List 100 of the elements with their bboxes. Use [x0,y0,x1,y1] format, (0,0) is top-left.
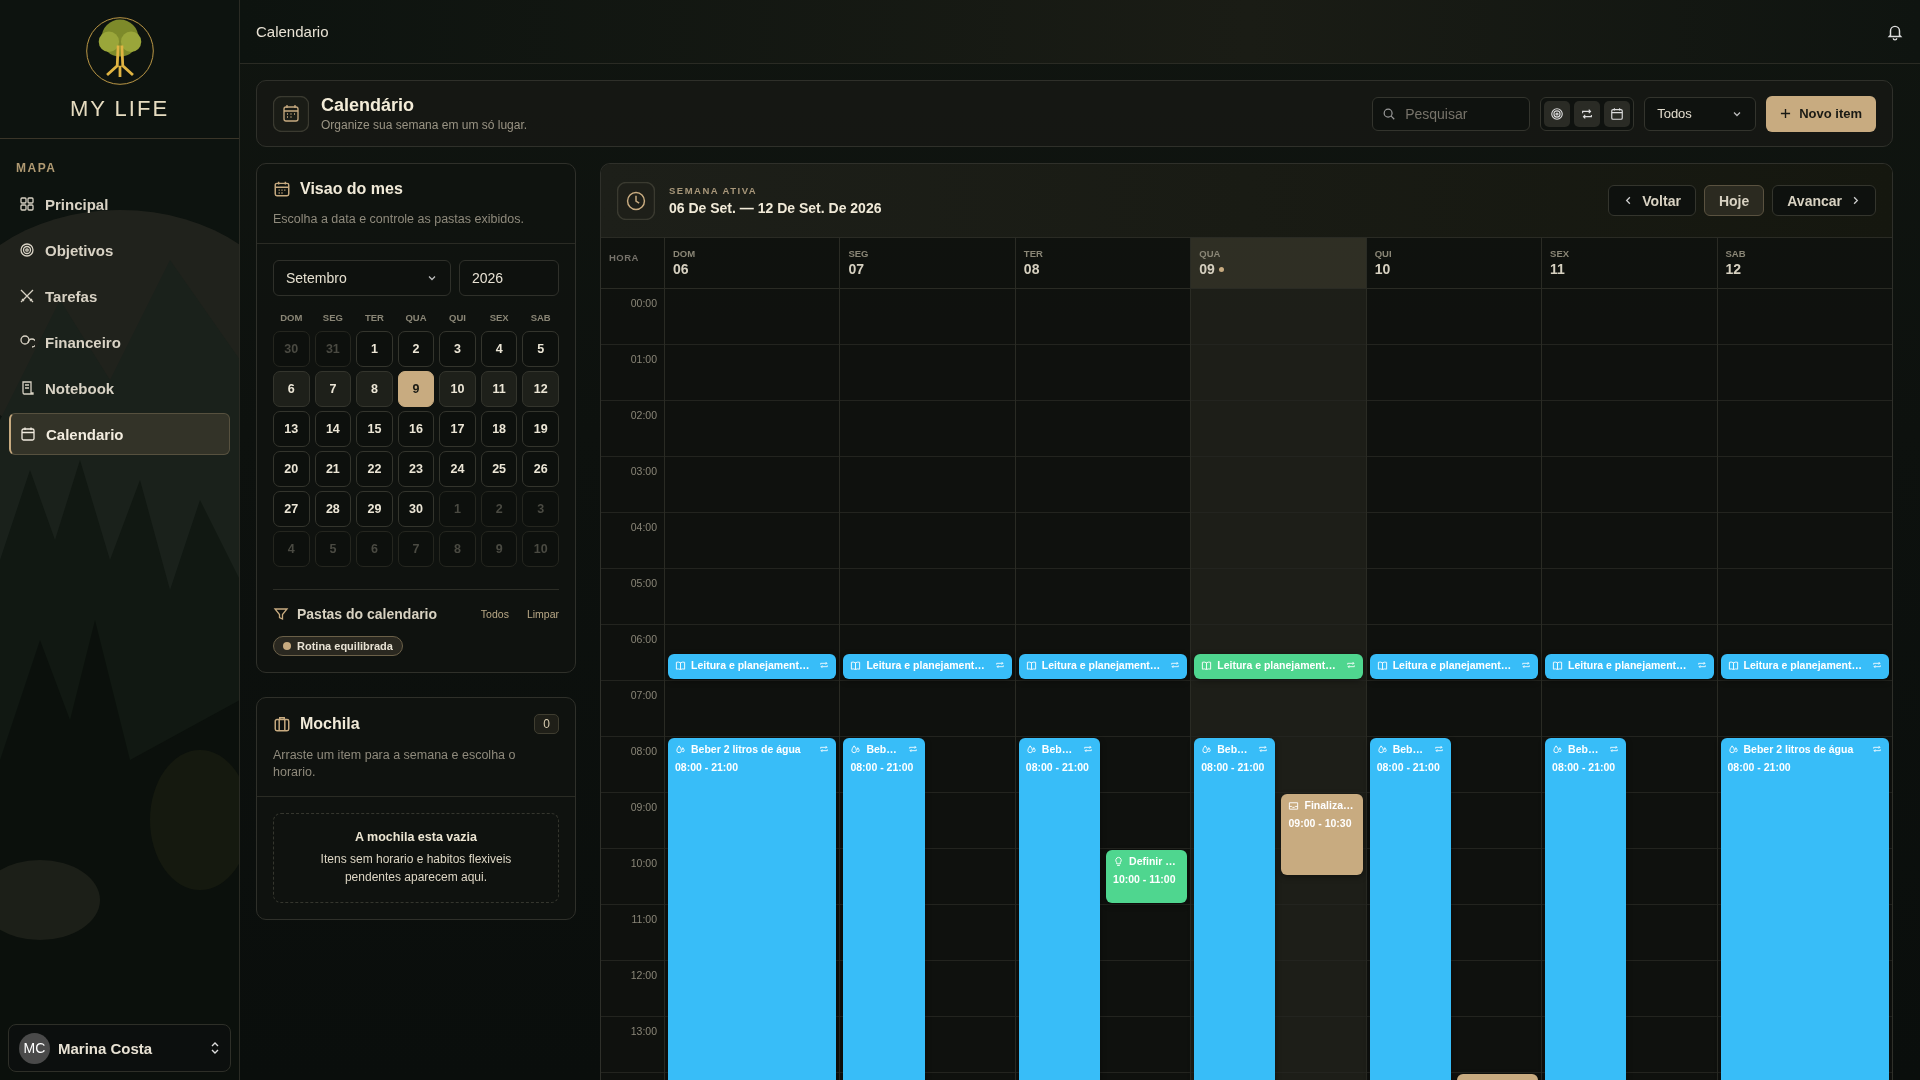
day-cell[interactable]: 6 [273,370,310,407]
day-cell[interactable]: 16 [397,410,435,447]
folder-chip[interactable]: Rotina equilibrada [273,635,403,656]
calendar-icon[interactable] [1604,100,1631,127]
nav-item[interactable]: Notebook [9,367,230,409]
day-cell[interactable]: 14 [314,410,352,447]
weekday-label: SEX [488,311,510,325]
panel-subtitle: Arraste um item para a semana e escolha o horario. [273,746,517,781]
date-number: 11 [1550,261,1565,277]
day-cell[interactable]: 26 [522,450,559,487]
next-button[interactable]: Avancar [1772,185,1876,216]
day-cell[interactable]: 15 [356,410,393,447]
day-cell[interactable]: 29 [356,490,393,527]
search-icon [1382,106,1397,121]
day-cell[interactable]: 1 [356,330,393,367]
date-number: 08 [1023,261,1040,277]
hour-label: 04:00 [630,521,657,533]
previous-button[interactable]: Voltar [1608,185,1696,216]
weekday-label: DOM [673,248,697,259]
date-number: 09 [1199,261,1215,277]
target-icon[interactable] [1544,100,1571,127]
event-title: Leitura e planejament… [866,659,986,671]
event-title: Leitura e planejament… [1743,659,1863,671]
panel-subtitle: Escolha a data e controle as pastas exibidos. [273,211,525,228]
day-cell[interactable]: 4 [480,330,518,367]
target-icon [19,242,35,258]
day-cell[interactable]: 24 [439,450,476,487]
day-cell[interactable]: 23 [397,450,435,487]
year-field[interactable]: 2026 [459,259,559,296]
day-cell[interactable]: 27 [273,490,310,527]
filter-dropdown[interactable]: Todos [1644,96,1757,131]
day-cell[interactable]: 2 [397,330,435,367]
day-cell[interactable]: 9 [397,370,435,407]
nav-item[interactable]: Calendario [9,413,230,455]
day-cell[interactable]: 5 [522,330,559,367]
day-cell[interactable]: 8 [356,370,393,407]
nav-item[interactable]: Financeiro [9,321,230,363]
day-cell[interactable]: 17 [439,410,476,447]
date-number: 07 [848,261,864,277]
plus-icon [1780,108,1792,119]
page-title: Calendário [321,95,416,116]
clock-icon [617,181,655,220]
week-eyebrow: SEMANA ATIVA [669,185,759,196]
day-cell[interactable]: 10 [439,370,476,407]
user-avatar: MC [19,1032,50,1064]
date-number: 06 [673,261,689,277]
droplets-icon [1552,743,1564,755]
weekday-label: QUA [1199,248,1222,259]
user-switcher[interactable]: MC Marina Costa [8,1024,231,1072]
nav-item[interactable]: Objetivos [9,229,230,271]
day-cell[interactable]: 19 [522,410,559,447]
day-cell[interactable]: 22 [356,450,393,487]
day-cell[interactable]: 3 [439,330,476,367]
count-badge: 0 [534,713,559,734]
filter-icon [273,605,289,622]
event-title: Beb… [1217,743,1249,755]
nav-item[interactable]: Tarefas [9,275,230,317]
event-title: Beber 2 litros de água [1743,743,1855,755]
hour-label: 07:00 [630,689,657,701]
date-number: 10 [1374,261,1391,277]
clear-link[interactable]: Limpar [526,607,559,620]
weekday-label: SAB [1725,248,1747,259]
day-cell[interactable]: 30 [397,490,435,527]
day-cell[interactable]: 7 [314,370,352,407]
section-title: Pastas do calendario [297,605,439,622]
empty-text: Itens sem horario e habitos flexiveis pendentes aparecem aqui. [319,850,513,886]
hour-label: 03:00 [630,465,657,477]
hour-column-label: HORA [609,252,640,263]
today-button[interactable]: Hoje [1703,185,1765,216]
event-title: Beb… [1041,743,1074,755]
weekday-label: QUI [448,311,467,325]
coins-icon [19,334,35,350]
date-number: 12 [1725,261,1742,277]
day-cell[interactable]: 18 [480,410,518,447]
repeat-icon[interactable] [1574,100,1601,127]
all-link[interactable]: Todos [480,607,509,620]
nav-item[interactable]: Principal [9,183,230,225]
event-time: 08:00 - 21:00 [1727,761,1792,773]
day-cell[interactable]: 11 [480,370,518,407]
hour-label: 09:00 [630,801,657,813]
hour-label: 01:00 [630,353,657,365]
day-cell[interactable]: 28 [314,490,352,527]
book-icon [1552,659,1564,671]
month-dropdown[interactable]: Setembro [273,259,451,296]
day-cell[interactable]: 13 [273,410,310,447]
breadcrumb: Calendario [256,23,329,40]
weekday-label: SEX [1550,248,1571,259]
panel-title: Mochila [300,714,361,733]
day-cell[interactable]: 25 [480,450,518,487]
day-cell[interactable]: 20 [273,450,310,487]
day-cell[interactable]: 12 [522,370,559,407]
event-title: Finaliza… [1304,799,1355,811]
event-title: Leitura e planejament… [1041,659,1162,671]
calendar-icon [20,426,36,442]
hour-label: 06:00 [630,633,657,645]
day-cell[interactable]: 21 [314,450,352,487]
weekday-label: QUA [404,311,428,325]
hour-label: 13:00 [630,1025,657,1037]
search-field[interactable]: Pesquisar [1372,96,1531,131]
new-item-button[interactable]: Novo item [1766,95,1876,132]
